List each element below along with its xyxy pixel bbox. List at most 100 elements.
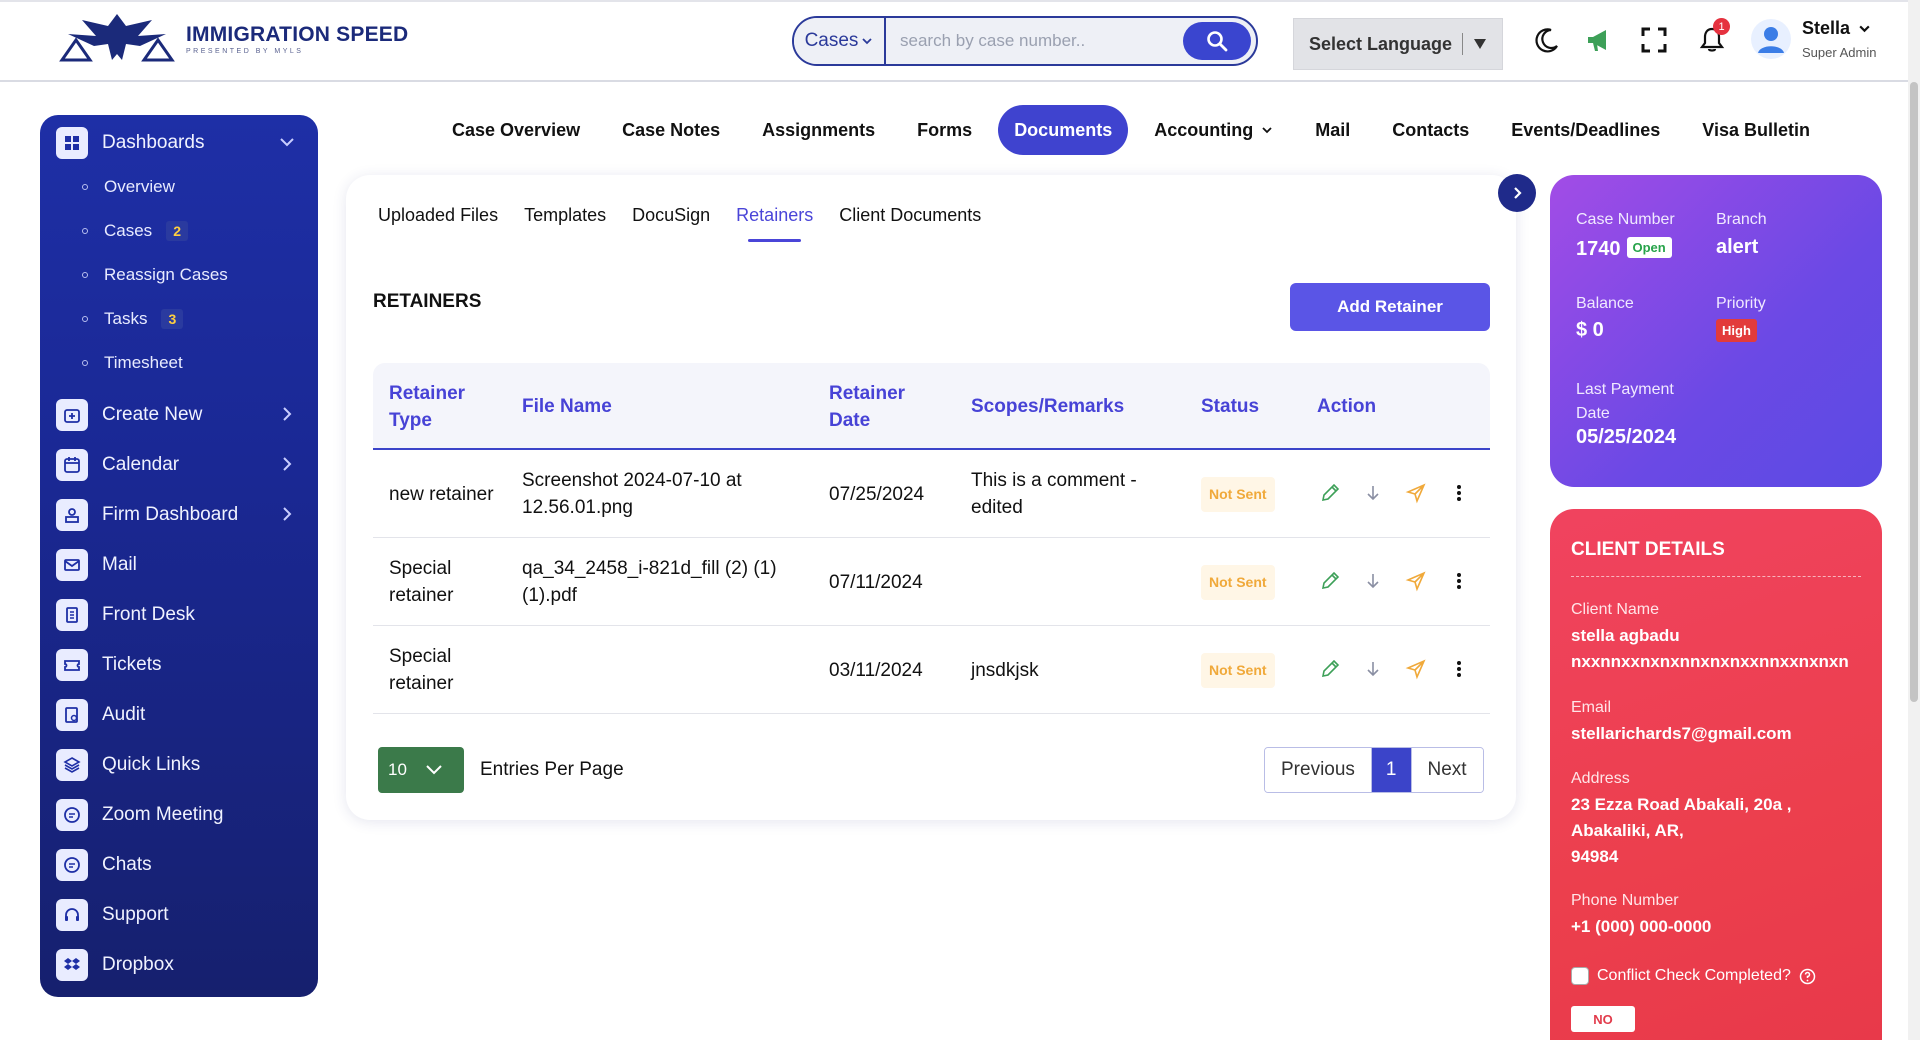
user-name: Stella <box>1802 18 1851 38</box>
subtab-templates[interactable]: Templates <box>524 205 606 226</box>
tab-assignments[interactable]: Assignments <box>746 105 892 155</box>
sidebar-item-create-new[interactable]: Create New <box>56 397 302 433</box>
sidebar-item-audit[interactable]: Audit <box>56 697 302 733</box>
user-menu[interactable]: Stella Super Admin <box>1750 18 1876 60</box>
top-header: IMMIGRATION SPEED PRESENTED BY MYLS Case… <box>0 0 1908 82</box>
sidebar-item-label: Zoom Meeting <box>102 804 224 825</box>
sidebar-subitem-label: Timesheet <box>104 353 183 372</box>
dark-mode-toggle[interactable] <box>1530 24 1562 56</box>
tab-forms[interactable]: Forms <box>901 105 989 155</box>
edit-button[interactable] <box>1317 480 1343 506</box>
pencil-icon <box>1321 659 1340 678</box>
bullet-icon <box>82 360 88 366</box>
page-number-button[interactable]: 1 <box>1370 748 1411 792</box>
cell-file-name[interactable]: Screenshot 2024-07-10 at 12.56.01.png <box>522 450 802 538</box>
subtab-client-documents[interactable]: Client Documents <box>839 205 981 226</box>
mail-icon <box>56 549 88 581</box>
announcement-button[interactable] <box>1583 24 1615 56</box>
conflict-check-status[interactable]: NO <box>1571 1006 1635 1032</box>
edit-button[interactable] <box>1317 568 1343 594</box>
more-options-button[interactable] <box>1446 656 1472 682</box>
edit-button[interactable] <box>1317 656 1343 682</box>
sidebar-subitem-reassign-cases[interactable]: Reassign Cases <box>82 265 228 285</box>
sidebar-item-dashboards[interactable]: Dashboards <box>56 125 302 161</box>
chevron-right-icon <box>283 407 292 421</box>
send-button[interactable] <box>1403 480 1429 506</box>
search-type-dropdown[interactable]: Cases <box>794 18 886 64</box>
column-header[interactable]: Retainer Type <box>389 363 489 450</box>
firm-dashboard-icon <box>56 499 88 531</box>
sidebar-item-quick-links[interactable]: Quick Links <box>56 747 302 783</box>
more-options-button[interactable] <box>1446 480 1472 506</box>
sidebar-subitem-label: Cases <box>104 221 153 240</box>
sidebar-item-dropbox[interactable]: Dropbox <box>56 947 302 983</box>
conflict-check-checkbox[interactable] <box>1571 967 1589 985</box>
sidebar-item-mail[interactable]: Mail <box>56 547 302 583</box>
per-page-select[interactable]: 10 <box>378 747 464 793</box>
tab-case-overview[interactable]: Case Overview <box>436 105 597 155</box>
status-badge: Not Sent <box>1201 476 1275 512</box>
tab-label: Accounting <box>1154 119 1254 140</box>
send-button[interactable] <box>1403 656 1429 682</box>
more-options-button[interactable] <box>1446 568 1472 594</box>
sidebar-subitem-timesheet[interactable]: Timesheet <box>82 353 183 373</box>
search-button[interactable] <box>1183 22 1251 60</box>
help-icon[interactable] <box>1799 968 1816 985</box>
scrollbar-thumb[interactable] <box>1910 82 1918 702</box>
tab-mail[interactable]: Mail <box>1299 105 1367 155</box>
tab-case-notes[interactable]: Case Notes <box>606 105 737 155</box>
send-icon <box>1405 571 1426 592</box>
sidebar-item-firm-dashboard[interactable]: Firm Dashboard <box>56 497 302 533</box>
sidebar-item-calendar[interactable]: Calendar <box>56 447 302 483</box>
column-header[interactable]: Scopes/Remarks <box>971 363 1124 450</box>
cell-file-name[interactable]: qa_34_2458_i-821d_fill (2) (1) (1).pdf <box>522 538 802 626</box>
column-header[interactable]: Status <box>1201 363 1259 450</box>
cell-remarks <box>971 538 1181 626</box>
tab-documents[interactable]: Documents <box>998 105 1129 155</box>
tab-visa-bulletin[interactable]: Visa Bulletin <box>1686 105 1826 155</box>
cell-file-name[interactable] <box>522 626 802 714</box>
download-button[interactable] <box>1360 568 1386 594</box>
calendar-icon <box>56 449 88 481</box>
send-button[interactable] <box>1403 568 1429 594</box>
subtab-retainers[interactable]: Retainers <box>736 205 813 242</box>
sidebar-item-zoom-meeting[interactable]: Zoom Meeting <box>56 797 302 833</box>
tab-contacts[interactable]: Contacts <box>1376 105 1486 155</box>
bullet-icon <box>82 316 88 322</box>
column-header[interactable]: Retainer Date <box>829 363 929 450</box>
subtab-docusign[interactable]: DocuSign <box>632 205 710 226</box>
search-input[interactable] <box>886 18 1183 64</box>
sidebar-subitem-overview[interactable]: Overview <box>82 177 175 197</box>
more-vertical-icon <box>1457 485 1461 501</box>
tab-events-deadlines[interactable]: Events/Deadlines <box>1495 105 1677 155</box>
chevron-down-icon <box>1859 25 1870 33</box>
sidebar-item-tickets[interactable]: Tickets <box>56 647 302 683</box>
tab-accounting[interactable]: Accounting <box>1138 105 1290 155</box>
fullscreen-button[interactable] <box>1638 24 1670 56</box>
case-number-value: 1740 Open <box>1576 237 1672 261</box>
phone-label: Phone Number <box>1571 892 1679 909</box>
expand-panel-button[interactable] <box>1498 174 1536 212</box>
download-button[interactable] <box>1360 480 1386 506</box>
column-header: Action <box>1317 396 1377 417</box>
audit-icon <box>56 699 88 731</box>
last-payment-label: Last Payment <box>1576 381 1674 398</box>
sidebar-item-chats[interactable]: Chats <box>56 847 302 883</box>
cell-status: Not Sent <box>1201 538 1275 626</box>
create-new-icon <box>56 399 88 431</box>
count-badge: 3 <box>161 309 184 329</box>
status-badge: Not Sent <box>1201 564 1275 600</box>
sidebar-subitem-cases[interactable]: Cases 2 <box>82 221 188 241</box>
subtab-uploaded-files[interactable]: Uploaded Files <box>378 205 498 226</box>
logo[interactable]: IMMIGRATION SPEED PRESENTED BY MYLS <box>56 10 408 68</box>
sidebar-item-support[interactable]: Support <box>56 897 302 933</box>
column-header[interactable]: File Name <box>522 363 612 450</box>
add-retainer-button[interactable]: Add Retainer <box>1290 283 1490 331</box>
next-page-button[interactable]: Next <box>1410 748 1483 792</box>
previous-page-button[interactable]: Previous <box>1265 748 1371 792</box>
download-button[interactable] <box>1360 656 1386 682</box>
language-selector[interactable]: Select Language <box>1293 18 1503 70</box>
sidebar-subitem-tasks[interactable]: Tasks 3 <box>82 309 184 329</box>
search-bar: Cases <box>792 16 1258 66</box>
sidebar-item-front-desk[interactable]: Front Desk <box>56 597 302 633</box>
